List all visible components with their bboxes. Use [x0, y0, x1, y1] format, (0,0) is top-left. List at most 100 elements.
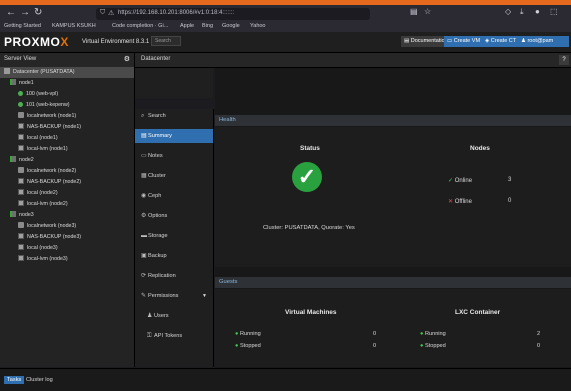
menu-item-users[interactable]: ♟ Users — [135, 309, 213, 323]
node-icon — [10, 79, 16, 85]
extensions-icon[interactable]: ⬚ — [550, 7, 558, 16]
forward-icon[interactable]: → — [20, 7, 30, 18]
tree-item-storage[interactable]: local (node3) — [18, 243, 58, 254]
proxmox-logo: PROXMOX — [4, 35, 69, 49]
tree-item-storage[interactable]: NAS-BACKUP (node1) — [18, 122, 81, 133]
menu-item-cluster[interactable]: ▦Cluster — [135, 169, 213, 183]
tree-item-label: local-lvm (node3) — [27, 256, 68, 262]
vm-running-icon — [18, 91, 23, 96]
tree-item-label: node3 — [19, 212, 34, 218]
guests-panel: Virtual Machines LXC Container ● Running… — [215, 289, 571, 367]
storage-icon — [18, 134, 24, 140]
menu-item-label: Cluster — [148, 173, 166, 179]
lxc-running-row: ● Running — [420, 331, 446, 337]
menu-item-label: Ceph — [148, 193, 162, 199]
storage-icon: ▬ — [141, 233, 147, 239]
tree-item-storage[interactable]: local-lvm (node3) — [18, 254, 68, 265]
lxc-stopped-row: ● Stopped — [420, 343, 446, 349]
tree-item-storage[interactable]: local-lvm (node1) — [18, 144, 68, 155]
tree-item-vm[interactable]: 100 (web-vpl) — [18, 89, 58, 100]
create-ct-button[interactable]: ◈ Create CT — [482, 36, 520, 47]
book-icon: ▤ — [404, 38, 411, 44]
menu-item-replication[interactable]: ⟳ Replication — [135, 269, 213, 283]
bookmark-star-icon[interactable]: ☆ — [424, 7, 431, 16]
log-panel: Tasks Cluster log — [0, 368, 571, 391]
tree-item-node[interactable]: node1 — [10, 78, 34, 89]
menu-item-search[interactable]: ⌕ Search — [135, 109, 213, 123]
server-view-header[interactable]: Server View ⚙ — [0, 53, 135, 67]
app-header: PROXMOX Virtual Environment 8.3.1 Search… — [0, 32, 571, 53]
tree-item-label: NAS-BACKUP (node1) — [27, 124, 82, 130]
back-icon[interactable]: ← — [6, 7, 16, 18]
create-vm-label: Create VM — [453, 38, 481, 44]
menu-item-label: API Tokens — [154, 333, 183, 339]
tree-item-storage[interactable]: NAS-BACKUP (node2) — [18, 177, 81, 188]
check-icon: ✓ — [448, 178, 455, 184]
download-icon[interactable]: ⤓ — [520, 7, 524, 17]
vm-stopped-count: 0 — [373, 343, 377, 349]
menu-item-backup[interactable]: ▣Backup — [135, 249, 213, 263]
lxc-title: LXC Container — [455, 309, 501, 316]
tree-item-network[interactable]: localnetwork (node3) — [18, 221, 76, 232]
storage-icon — [18, 200, 24, 206]
running-label: Running — [424, 331, 446, 337]
bookmark-item[interactable]: Getting Started — [4, 23, 41, 29]
menu-item-ceph[interactable]: ◉ Ceph — [135, 189, 213, 203]
browser-toolbar: ← → ↻ ⛉ ⚠ https://192.168.10.201:8006/#v… — [0, 5, 571, 22]
tree-item-network[interactable]: localnetwork (node2) — [18, 166, 76, 177]
bookmark-item[interactable]: Code completion · Gi... — [112, 23, 168, 29]
shield-icon: ⛉ — [100, 9, 106, 16]
menu-item-summary[interactable]: ▤Summary — [135, 129, 213, 143]
pocket-icon[interactable]: ◇ — [505, 7, 511, 16]
create-vm-button[interactable]: ▭ Create VM — [444, 36, 484, 47]
tab-cluster-log[interactable]: Cluster log — [26, 377, 53, 383]
bookmark-item[interactable]: Google — [222, 23, 240, 29]
tree-item-node[interactable]: node3 — [10, 210, 34, 221]
menu-item-label: Replication — [148, 273, 176, 279]
url-bar[interactable]: ⛉ ⚠ https://192.168.10.201:8006/#v1:0:18… — [96, 8, 370, 20]
bookmark-item[interactable]: KAMPUS KSUKH — [52, 23, 96, 29]
menu-item-label: Permissions — [148, 293, 179, 299]
tree-item-network[interactable]: localnetwork (node1) — [18, 111, 76, 122]
menu-item-storage[interactable]: ▬Storage — [135, 229, 213, 243]
tree-item-label: local-lvm (node2) — [27, 201, 68, 207]
help-button[interactable]: ? — [559, 55, 569, 65]
reload-icon[interactable]: ↻ — [34, 7, 42, 18]
menu-item-permissions[interactable]: ✎ Permissions ▼ — [135, 289, 213, 303]
menu-item-label: Storage — [148, 233, 168, 239]
chevron-down-icon: ▼ — [202, 293, 207, 299]
user-menu-button[interactable]: ♟ root@pam — [518, 36, 569, 47]
bookmark-item[interactable]: Bing — [202, 23, 213, 29]
menu-item-notes[interactable]: ▭Notes — [135, 149, 213, 163]
tree-item-vm[interactable]: 101 (web-kepenw) — [18, 100, 70, 111]
tree-item-storage[interactable]: local (node1) — [18, 133, 58, 144]
vm-stopped-row: ● Stopped — [235, 343, 261, 349]
stopped-label: Stopped — [239, 343, 261, 349]
menu-item-api-tokens[interactable]: ⚿ API Tokens — [135, 329, 213, 343]
translate-icon[interactable]: ▤ — [410, 7, 418, 16]
tree-item-storage[interactable]: local (node2) — [18, 188, 58, 199]
bookmark-item[interactable]: Yahoo — [250, 23, 266, 29]
menu-item-options[interactable]: ⚙ Options — [135, 209, 213, 223]
monitor-icon: ▭ — [447, 38, 454, 44]
menu-item-label: Users — [154, 313, 169, 319]
online-label: Online — [454, 178, 473, 184]
offline-label: Offline — [454, 199, 472, 205]
tree-item-storage[interactable]: NAS-BACKUP (node3) — [18, 232, 81, 243]
tree-item-node[interactable]: node2 — [10, 155, 34, 166]
account-icon[interactable]: ● — [535, 7, 540, 16]
search-input[interactable]: Search — [151, 36, 181, 46]
tree-item-datacenter[interactable]: Datacenter (PUSATDATA) — [0, 67, 134, 78]
bookmark-item[interactable]: Apple — [180, 23, 194, 29]
menu-item-label: Options — [148, 213, 168, 219]
tree-item-storage[interactable]: local-lvm (node2) — [18, 199, 68, 210]
vm-running-icon — [18, 102, 23, 107]
node-icon — [10, 211, 16, 217]
server-view-select[interactable]: Server View — [4, 56, 36, 62]
online-count: 3 — [508, 177, 512, 183]
gear-icon[interactable]: ⚙ — [124, 55, 130, 63]
cluster-icon: ▦ — [141, 173, 147, 179]
tab-tasks[interactable]: Tasks — [4, 376, 25, 384]
tree-item-label: 101 (web-kepenw) — [26, 102, 70, 108]
datacenter-menu: ⌕ Search ▤Summary ▭Notes ▦Cluster ◉ Ceph ⚙… — [135, 109, 214, 367]
